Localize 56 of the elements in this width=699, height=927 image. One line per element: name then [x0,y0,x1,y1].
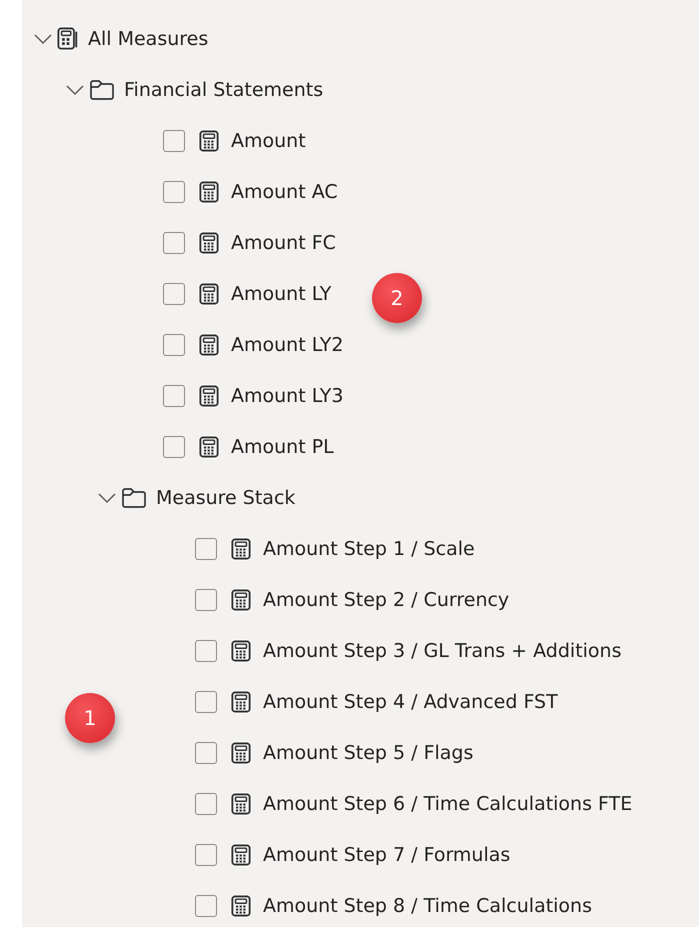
calculator-icon [231,588,251,610]
tree-item-label[interactable]: Amount Step 5 / Flags [263,742,474,764]
tree-item-label[interactable]: Amount Step 4 / Advanced FST [263,690,558,712]
checkbox[interactable] [195,538,217,560]
tree-item-label[interactable]: Amount PL [231,436,334,458]
checkbox[interactable] [163,232,185,254]
tree-item-label[interactable]: Amount Step 1 / Scale [263,538,475,560]
tree-item-label[interactable]: Amount [231,130,306,152]
calculator-icon [231,640,251,662]
checkbox[interactable] [163,180,185,202]
checkbox[interactable] [195,742,217,764]
tree-item-label[interactable]: Amount Step 2 / Currency [263,588,510,610]
calculator-icon [231,742,251,764]
calculator-icon [199,232,219,254]
chevron-icon[interactable] [65,84,85,96]
calculator-icon [199,180,219,202]
tree-item-label[interactable]: Amount LY [231,282,332,304]
checkbox[interactable] [163,282,185,304]
checkbox[interactable] [163,130,185,152]
chevron-icon[interactable] [97,492,117,504]
tree-item-label[interactable]: Amount Step 8 / Time Calculations [263,894,592,916]
calculator-icon [199,130,219,152]
tree-item-label[interactable]: Amount Step 6 / Time Calculations FTE [263,792,632,814]
checkbox[interactable] [195,844,217,866]
calculator-icon [231,792,251,814]
callout-badge: 2 [372,273,422,323]
calculator-icon [231,690,251,712]
calculator-icon [199,384,219,406]
calculator-icon [199,334,219,356]
tree-item-label[interactable]: Amount LY3 [231,384,344,406]
callout-badge: 1 [65,693,115,743]
tree-item-label[interactable]: Amount LY2 [231,334,344,356]
tree-item-label[interactable]: Amount Step 3 / GL Trans + Additions [263,640,622,662]
tree-item-label[interactable]: Amount AC [231,180,338,202]
calculator-icon [231,844,251,866]
checkbox[interactable] [195,894,217,916]
calculator-icon [231,894,251,916]
checkbox[interactable] [163,334,185,356]
tree-item-label[interactable]: Amount FC [231,232,336,254]
checkbox[interactable] [195,588,217,610]
tree-item-label[interactable]: Measure Stack [156,486,296,508]
checkbox[interactable] [195,690,217,712]
chevron-icon[interactable] [33,32,53,44]
calculator-icon [199,282,219,304]
folder-icon [121,486,147,508]
checkbox[interactable] [195,640,217,662]
checkbox[interactable] [163,384,185,406]
tree-item-label[interactable]: All Measures [88,28,208,50]
checkbox[interactable] [195,792,217,814]
tree-item-label[interactable]: Amount Step 7 / Formulas [263,844,510,866]
calculator-stack-icon [57,26,79,50]
checkbox[interactable] [163,436,185,458]
tree-item-label[interactable]: Financial Statements [124,78,324,100]
calculator-icon [199,436,219,458]
calculator-icon [231,538,251,560]
folder-icon [89,78,115,100]
